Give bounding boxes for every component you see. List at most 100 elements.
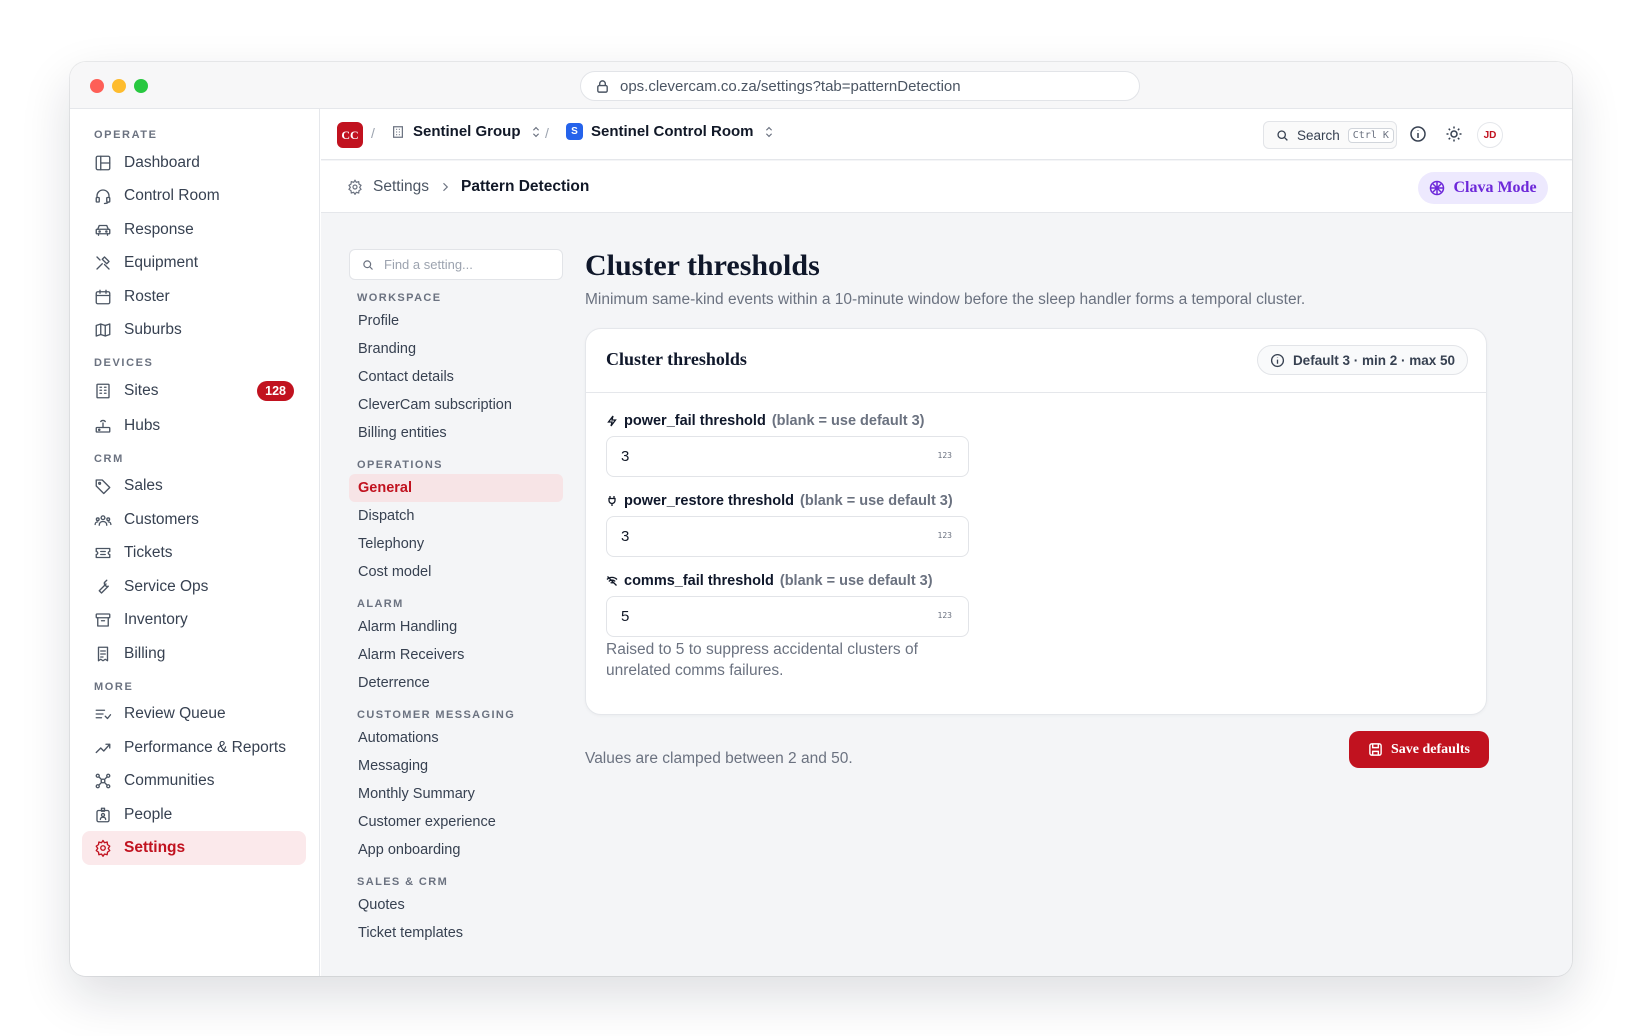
- main-area: CC / Sentinel Group / S Sentinel Control…: [321, 109, 1572, 976]
- close-window-button[interactable]: [90, 79, 104, 93]
- sidebar-item-control-room[interactable]: Control Room: [82, 179, 306, 213]
- control-room-switcher[interactable]: S Sentinel Control Room: [566, 123, 776, 140]
- receipt-icon: [97, 646, 109, 662]
- sidebar-item-equipment[interactable]: Equipment: [82, 246, 306, 280]
- defaults-pill: Default 3 · min 2 · max 50: [1256, 345, 1468, 375]
- settings-item-quotes[interactable]: Quotes: [349, 891, 563, 919]
- sidebar-item-performance-reports[interactable]: Performance & Reports: [82, 731, 306, 765]
- settings-item-alarm-receivers[interactable]: Alarm Receivers: [349, 641, 563, 669]
- sidebar-item-sites[interactable]: Sites 128: [82, 374, 306, 408]
- tag-icon: [95, 479, 111, 495]
- network-icon: [95, 773, 111, 789]
- settings-item-billing-entities[interactable]: Billing entities: [349, 419, 563, 447]
- headset-icon: [95, 189, 111, 205]
- building-icon: [96, 383, 110, 399]
- settings-item-deterrence[interactable]: Deterrence: [349, 669, 563, 697]
- minimize-window-button[interactable]: [112, 79, 126, 93]
- save-defaults-button[interactable]: Save defaults: [1349, 731, 1489, 768]
- settings-item-ticket-templates[interactable]: Ticket templates: [349, 919, 563, 947]
- sidebar-item-inventory[interactable]: Inventory: [82, 603, 306, 637]
- plug-icon: [608, 496, 616, 506]
- map-icon: [95, 323, 111, 337]
- list-check-icon: [95, 709, 112, 720]
- title-bar: ops.clevercam.co.za/settings?tab=pattern…: [70, 62, 1572, 109]
- power-restore-label: power_restore threshold (blank = use def…: [606, 493, 953, 509]
- number-icon: 123: [937, 611, 952, 620]
- tools-icon: [96, 256, 110, 270]
- section-label-devices: DEVICES: [94, 357, 154, 369]
- sidebar-item-billing[interactable]: Billing: [82, 637, 306, 671]
- user-avatar[interactable]: JD: [1477, 122, 1503, 148]
- sidebar-item-sales[interactable]: Sales: [82, 469, 306, 503]
- find-setting-input[interactable]: Find a setting...: [349, 249, 563, 280]
- chevron-right-icon: [443, 182, 449, 192]
- sidebar-item-communities[interactable]: Communities: [82, 764, 306, 798]
- comms-fail-threshold-input[interactable]: 5 123: [606, 596, 969, 637]
- search-icon: [1277, 129, 1288, 141]
- settings-item-profile[interactable]: Profile: [349, 307, 563, 335]
- search-button[interactable]: Search Ctrl K: [1263, 121, 1397, 149]
- wifi-off-icon: [606, 576, 618, 586]
- router-icon: [95, 419, 111, 433]
- sidebar-item-dashboard[interactable]: Dashboard: [82, 146, 306, 180]
- settings-item-cost-model[interactable]: Cost model: [349, 558, 563, 586]
- info-icon[interactable]: [1409, 125, 1427, 143]
- sidebar-item-hubs[interactable]: Hubs: [82, 409, 306, 443]
- power-fail-threshold-input[interactable]: 3 123: [606, 436, 969, 477]
- power-fail-label: power_fail threshold (blank = use defaul…: [606, 413, 925, 429]
- sidebar-item-service-ops[interactable]: Service Ops: [82, 570, 306, 604]
- clevercam-logo[interactable]: CC: [337, 122, 363, 148]
- settings-item-messaging[interactable]: Messaging: [349, 752, 563, 780]
- settings-group-sales-crm: SALES & CRM: [357, 876, 449, 888]
- settings-item-customer-experience[interactable]: Customer experience: [349, 808, 563, 836]
- power-restore-threshold-input[interactable]: 3 123: [606, 516, 969, 557]
- sidebar-item-settings[interactable]: Settings: [82, 831, 306, 865]
- sites-count-badge: 128: [257, 381, 294, 401]
- clava-mode-button[interactable]: Clava Mode: [1418, 172, 1548, 204]
- settings-group-customer-messaging: CUSTOMER MESSAGING: [357, 709, 516, 721]
- clamp-note: Values are clamped between 2 and 50.: [585, 750, 853, 767]
- sidebar-item-response[interactable]: Response: [82, 213, 306, 247]
- gear-icon: [348, 179, 362, 195]
- section-label-operate: OPERATE: [94, 129, 158, 141]
- settings-item-general[interactable]: General: [349, 474, 563, 502]
- settings-group-workspace: WORKSPACE: [357, 292, 442, 304]
- sidebar-item-suburbs[interactable]: Suburbs: [82, 313, 306, 347]
- section-label-crm: CRM: [94, 453, 124, 465]
- breadcrumb-settings-link[interactable]: Settings: [373, 178, 429, 196]
- layout-icon: [95, 155, 111, 171]
- sidebar-item-customers[interactable]: Customers: [82, 503, 306, 537]
- number-icon: 123: [937, 451, 952, 460]
- settings-item-automations[interactable]: Automations: [349, 724, 563, 752]
- id-badge-icon: [96, 807, 110, 823]
- info-icon: [1270, 353, 1285, 367]
- card-header: Cluster thresholds Default 3 · min 2 · m…: [586, 329, 1486, 393]
- settings-item-app-onboarding[interactable]: App onboarding: [349, 836, 563, 864]
- page-description: Minimum same-kind events within a 10-min…: [585, 291, 1306, 308]
- breadcrumb-separator: /: [371, 125, 375, 141]
- wrench-icon: [98, 579, 109, 594]
- address-bar[interactable]: ops.clevercam.co.za/settings?tab=pattern…: [580, 71, 1140, 101]
- sidebar-item-people[interactable]: People: [82, 798, 306, 832]
- org-switcher[interactable]: Sentinel Group: [391, 123, 543, 140]
- settings-item-contact-details[interactable]: Contact details: [349, 363, 563, 391]
- breadcrumb-bar: Settings Pattern Detection Clava Mode: [321, 161, 1572, 213]
- number-icon: 123: [937, 531, 952, 540]
- sidebar-item-tickets[interactable]: Tickets: [82, 536, 306, 570]
- settings-item-telephony[interactable]: Telephony: [349, 530, 563, 558]
- top-bar: CC / Sentinel Group / S Sentinel Control…: [321, 109, 1572, 160]
- sun-icon[interactable]: [1445, 125, 1463, 143]
- trend-icon: [95, 743, 111, 754]
- search-icon: [363, 259, 373, 270]
- archive-icon: [95, 613, 111, 627]
- settings-group-operations: OPERATIONS: [357, 459, 443, 471]
- settings-item-monthly-summary[interactable]: Monthly Summary: [349, 780, 563, 808]
- settings-item-alarm-handling[interactable]: Alarm Handling: [349, 613, 563, 641]
- settings-item-branding[interactable]: Branding: [349, 335, 563, 363]
- sidebar-item-roster[interactable]: Roster: [82, 280, 306, 314]
- settings-group-alarm: ALARM: [357, 598, 404, 610]
- settings-item-dispatch[interactable]: Dispatch: [349, 502, 563, 530]
- sidebar-item-review-queue[interactable]: Review Queue: [82, 697, 306, 731]
- maximize-window-button[interactable]: [134, 79, 148, 93]
- settings-item-clevercam-subscription[interactable]: CleverCam subscription: [349, 391, 563, 419]
